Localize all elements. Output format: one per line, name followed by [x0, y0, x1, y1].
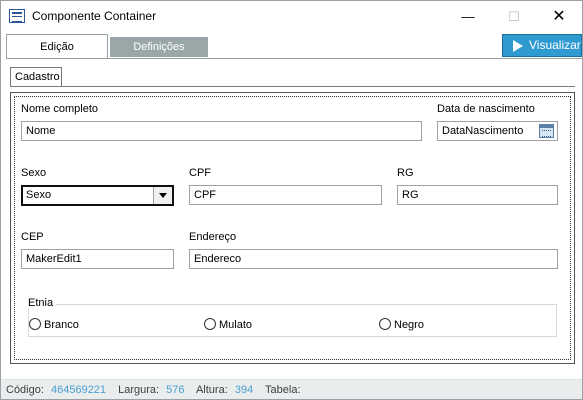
radio-negro-label: Negro [394, 319, 424, 331]
altura-label: Altura: [195, 384, 228, 396]
calendar-icon[interactable] [539, 124, 554, 138]
chevron-down-icon[interactable] [153, 187, 172, 204]
cpf-label: CPF [189, 167, 211, 179]
cep-input[interactable]: MakerEdit1 [21, 249, 174, 269]
tabela-label: Tabela: [265, 384, 301, 396]
cpf-input[interactable]: CPF [189, 185, 382, 205]
tabs-divider [6, 58, 582, 59]
visualizar-button[interactable]: Visualizar [502, 34, 582, 57]
endereco-label: Endereço [189, 231, 237, 243]
visualizar-label: Visualizar [529, 38, 581, 52]
etnia-label: Etnia [28, 297, 57, 309]
rg-input[interactable]: RG [397, 185, 558, 205]
minimize-button[interactable]: — [445, 1, 491, 32]
play-icon [513, 40, 523, 52]
rg-label: RG [397, 167, 414, 179]
radio-negro[interactable]: Negro [379, 318, 424, 332]
app-window-icon [9, 9, 25, 23]
cep-label: CEP [21, 231, 44, 243]
main-tabs: Edição Definições Visualizar [6, 34, 582, 59]
radio-mulato-label: Mulato [219, 319, 253, 331]
nome-input[interactable]: Nome [21, 121, 422, 141]
radio-circle-icon[interactable] [204, 318, 216, 331]
sexo-select-value: Sexo [26, 189, 52, 201]
radio-circle-icon[interactable] [29, 318, 41, 331]
window-title: Componente Container [32, 9, 157, 23]
radio-branco-label: Branco [44, 319, 79, 331]
sexo-label: Sexo [21, 167, 47, 179]
radio-mulato[interactable]: Mulato [204, 318, 252, 332]
altura-value: 394 [234, 384, 254, 396]
data-nascimento-value: DataNascimento [442, 125, 524, 137]
data-nascimento-input[interactable]: DataNascimento [437, 121, 558, 141]
status-bar: Código: 464569221 Largura: 576 Altura: 3… [1, 379, 582, 399]
codigo-label: Código: [6, 384, 44, 396]
nome-label: Nome completo [21, 103, 99, 115]
app-window: Componente Container — ☐ ✕ Edição Defini… [0, 0, 583, 400]
tab-definicoes[interactable]: Definições [110, 37, 208, 57]
tab-cadastro[interactable]: Cadastro [10, 67, 62, 87]
endereco-input[interactable]: Endereco [189, 249, 558, 269]
largura-label: Largura: [118, 384, 160, 396]
close-button[interactable]: ✕ [536, 1, 582, 32]
etnia-groupbox [28, 304, 557, 337]
radio-circle-icon[interactable] [379, 318, 391, 331]
radio-branco[interactable]: Branco [29, 318, 79, 332]
largura-value: 576 [166, 384, 185, 396]
tab-edicao[interactable]: Edição [6, 34, 108, 59]
subtab-divider [10, 86, 575, 87]
title-bar: Componente Container — ☐ ✕ [1, 1, 582, 32]
codigo-value: 464569221 [50, 384, 107, 396]
maximize-button[interactable]: ☐ [491, 1, 537, 32]
data-nascimento-label: Data de nascimento [437, 103, 535, 115]
sexo-select[interactable]: Sexo [21, 185, 174, 206]
